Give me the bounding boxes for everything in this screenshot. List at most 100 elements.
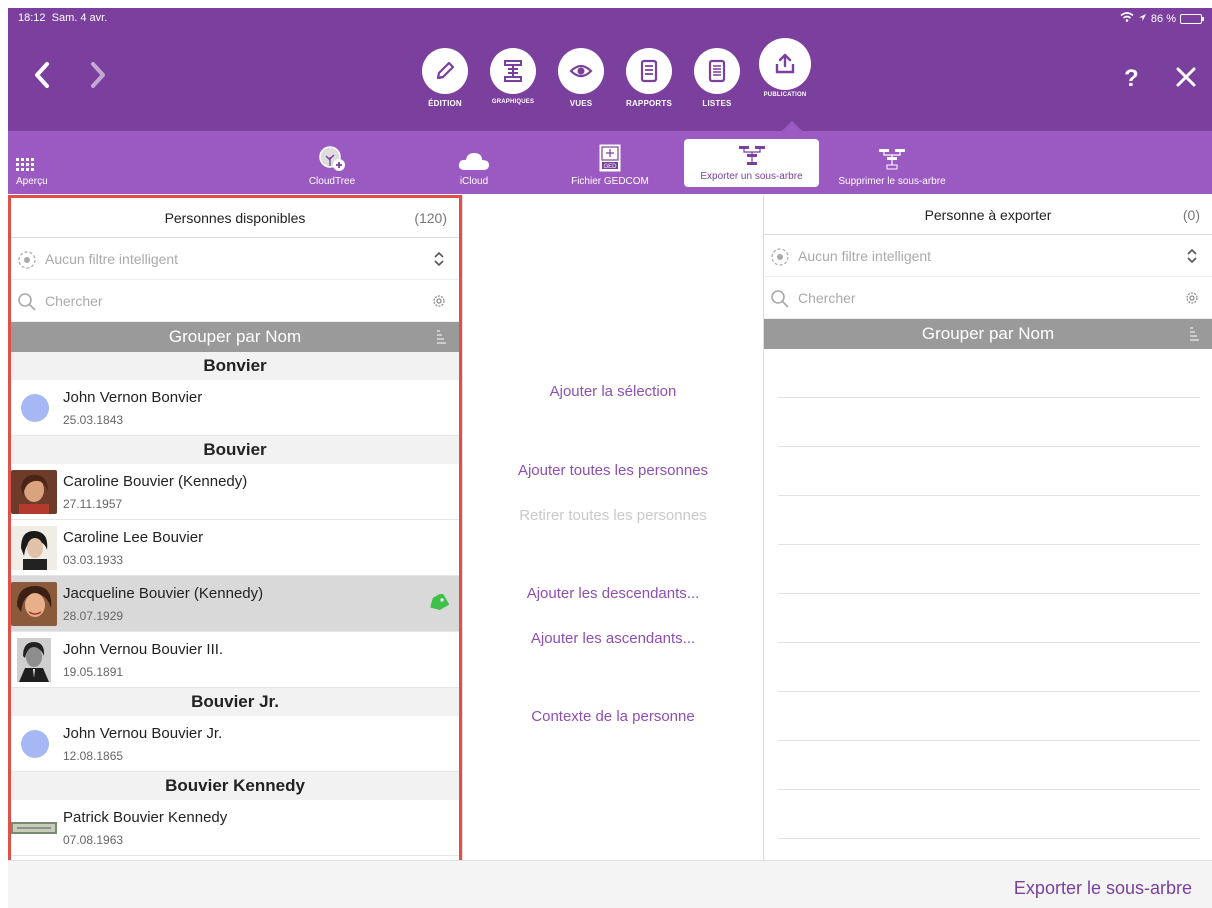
subbar-item-icloud[interactable]: iCloud (446, 131, 502, 194)
section-header: Bouvier Jr. (11, 688, 459, 716)
smart-filter-icon (771, 248, 789, 266)
empty-row (778, 741, 1200, 790)
person-name: Jacqueline Bouvier (Kennedy) (63, 585, 264, 602)
group-by-bar[interactable]: Grouper par Nom (764, 319, 1212, 349)
group-by-label: Grouper par Nom (921, 324, 1055, 343)
export-subtree-button[interactable]: Exporter le sous-arbre (1014, 878, 1192, 899)
person-row[interactable]: Caroline Bouvier (Kennedy) 27.11.1957 (11, 464, 459, 520)
subbar-item-gedcom[interactable]: GED Fichier GEDCOM (560, 131, 660, 194)
person-row[interactable]: John Vernou Bouvier III. 19.05.1891 (11, 632, 459, 688)
person-row[interactable]: Patrick Bouvier Kennedy 07.08.1963 (11, 800, 459, 856)
person-name: Caroline Lee Bouvier (63, 529, 204, 546)
chevron-updown-icon (1187, 248, 1197, 264)
location-icon (1138, 13, 1147, 25)
grid-icon (16, 158, 34, 171)
subbar-item-cloudtree[interactable]: CloudTree (298, 131, 366, 194)
subbar-label: Aperçu (16, 176, 48, 187)
search-placeholder: Chercher (45, 293, 103, 309)
tool-label: LISTES (702, 99, 732, 108)
person-row[interactable]: John Vernon Bonvier 25.03.1843 (11, 380, 459, 436)
close-icon[interactable] (1174, 65, 1198, 89)
search-input[interactable]: Chercher (11, 280, 459, 322)
smart-filter-selector[interactable]: Aucun filtre intelligent (764, 235, 1212, 277)
svg-text:GED: GED (603, 164, 617, 170)
person-name: Patrick Bouvier Kennedy (63, 809, 228, 826)
empty-row (778, 398, 1200, 447)
person-date: 12.08.1865 (63, 749, 124, 763)
subbar-item-exporter-sous-arbre[interactable]: Exporter un sous-arbre (684, 139, 819, 187)
help-button[interactable]: ? (1124, 65, 1139, 93)
chevron-updown-icon (434, 251, 444, 267)
tool-vues[interactable]: VUES (552, 48, 610, 108)
subbar-label: CloudTree (308, 176, 356, 187)
tool-label: GRAPHIQUES (491, 99, 535, 105)
sort-icon[interactable] (435, 329, 447, 345)
subbar-item-supprimer-sous-arbre[interactable]: Supprimer le sous-arbre (826, 131, 958, 194)
subbar-label: iCloud (459, 176, 489, 187)
tool-label: RAPPORTS (625, 99, 673, 108)
person-date: 27.11.1957 (63, 497, 123, 511)
eye-icon (558, 48, 604, 94)
person-photo (11, 806, 57, 850)
person-context-button[interactable]: Contexte de la personne (463, 708, 763, 725)
back-arrow-icon[interactable] (32, 60, 52, 90)
forward-arrow-icon[interactable] (88, 60, 108, 90)
person-row[interactable]: John Vernou Bouvier Jr. 12.08.1865 (11, 716, 459, 772)
tool-label: VUES (569, 99, 593, 108)
smart-filter-label: Aucun filtre intelligent (798, 248, 932, 264)
status-time: 18:12 Sam. 4 avr. (18, 12, 108, 24)
top-toolbar: 18:12 Sam. 4 avr. 86 % ÉDITION GRAPHIQUE… (8, 8, 1212, 131)
list-icon (694, 48, 740, 94)
add-descendants-button[interactable]: Ajouter les descendants... (463, 585, 763, 602)
person-date: 25.03.1843 (63, 413, 124, 427)
empty-row (778, 349, 1200, 398)
empty-row (778, 545, 1200, 594)
empty-row (778, 790, 1200, 839)
person-photo (11, 470, 57, 514)
tool-listes[interactable]: LISTES (688, 48, 746, 108)
tool-rapports[interactable]: RAPPORTS (620, 48, 678, 108)
section-header: Bonvier (11, 352, 459, 380)
person-row-selected[interactable]: Jacqueline Bouvier (Kennedy) 28.07.1929 (11, 576, 459, 632)
add-all-button[interactable]: Ajouter toutes les personnes (463, 462, 763, 479)
tool-publication[interactable]: PUBLICATION (756, 38, 814, 108)
tree-chart-icon (490, 48, 536, 94)
section-header: Bouvier (11, 436, 459, 464)
cloudtree-icon (319, 146, 345, 171)
smart-filter-selector[interactable]: Aucun filtre intelligent (11, 238, 459, 280)
gear-icon[interactable] (431, 292, 447, 310)
avatar-placeholder (21, 730, 49, 758)
sort-icon[interactable] (1188, 326, 1200, 342)
subbar-item-apercu[interactable]: Aperçu (16, 131, 56, 194)
active-tool-indicator (782, 121, 802, 131)
person-count: (0) (1182, 207, 1200, 223)
person-name: John Vernou Bouvier Jr. (63, 725, 223, 742)
person-name: Caroline Bouvier (Kennedy) (63, 473, 248, 490)
panel-title: Personnes disponibles (164, 210, 306, 226)
persons-to-export-panel: Personne à exporter (0) Aucun filtre int… (764, 195, 1212, 860)
tool-graphiques[interactable]: GRAPHIQUES (484, 48, 542, 108)
empty-row (778, 692, 1200, 741)
export-subtree-icon (738, 146, 765, 165)
add-selection-button[interactable]: Ajouter la sélection (463, 383, 763, 400)
remove-all-button[interactable]: Retirer toutes les personnes (463, 507, 763, 524)
person-row[interactable]: Caroline Lee Bouvier 03.03.1933 (11, 520, 459, 576)
person-count: (120) (414, 210, 447, 226)
tool-edition[interactable]: ÉDITION (416, 48, 474, 108)
tool-label: ÉDITION (428, 99, 462, 108)
empty-row (778, 594, 1200, 643)
report-icon (626, 48, 672, 94)
status-indicators: 86 % (1120, 12, 1204, 25)
bottom-bar: Exporter le sous-arbre (8, 860, 1212, 908)
gear-icon[interactable] (1184, 289, 1200, 307)
add-ancestors-button[interactable]: Ajouter les ascendants... (463, 630, 763, 647)
group-by-bar[interactable]: Grouper par Nom (11, 322, 459, 352)
person-photo (17, 638, 51, 682)
ged-file-icon: GED (599, 144, 621, 172)
available-persons-panel: Personnes disponibles (120) Aucun filtre… (8, 195, 462, 868)
person-photo (11, 526, 57, 570)
search-input[interactable]: Chercher (764, 277, 1212, 319)
status-bar: 18:12 Sam. 4 avr. 86 % (18, 12, 1204, 28)
panel-header: Personnes disponibles (120) (11, 198, 459, 238)
person-date: 07.08.1963 (63, 833, 124, 847)
